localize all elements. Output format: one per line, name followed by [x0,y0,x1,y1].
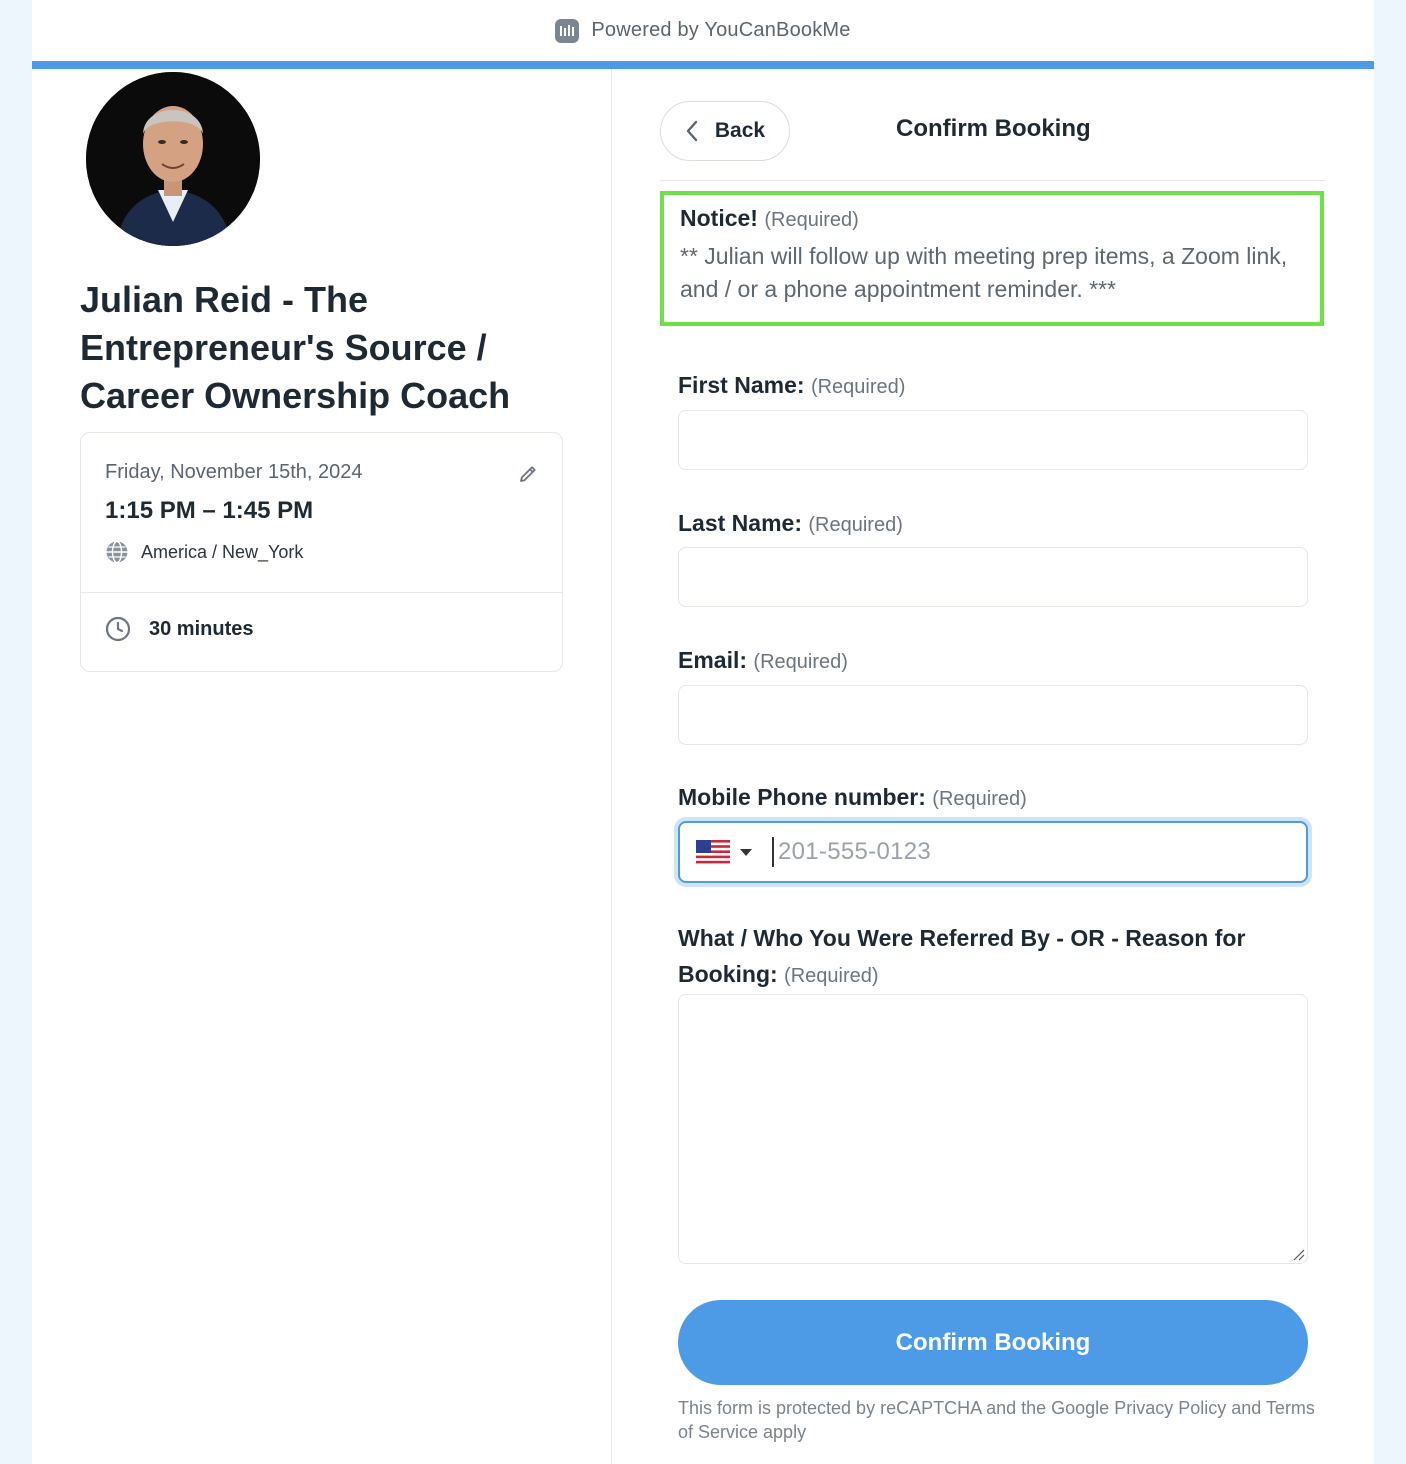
powered-by-text: Powered by YouCanBookMe [591,19,851,41]
globe-icon [106,540,128,564]
pencil-icon[interactable] [517,463,539,485]
booking-date: Friday, November 15th, 2024 [105,461,363,483]
phone-field[interactable]: 201-555-0123 [678,821,1308,883]
booking-time: 1:15 PM – 1:45 PM [105,497,314,524]
booking-summary-card: Friday, November 15th, 2024 1:15 PM – 1:… [80,432,563,672]
timezone[interactable]: America / New_York [105,540,303,564]
phone-label: Mobile Phone number: (Required) [678,784,1027,811]
notice-box: Notice! (Required) ** Julian will follow… [660,191,1324,326]
back-button[interactable]: Back [660,101,790,161]
email-field[interactable] [678,685,1308,745]
email-required: (Required) [753,651,848,673]
email-label-text: Email: [678,647,748,673]
referral-label-text: What / Who You Were Referred By - OR - R… [678,925,1246,987]
notice-title: Notice! [680,205,758,231]
column-divider [611,69,612,1464]
page-title: Julian Reid - The Entrepreneur's Source … [80,279,511,416]
first-name-label: First Name: (Required) [678,372,905,399]
text-cursor [772,837,774,867]
us-flag-icon [696,840,730,864]
powered-by-banner[interactable]: Powered by YouCanBookMe [32,0,1374,61]
country-selector[interactable] [680,840,772,864]
last-name-field[interactable] [678,547,1308,607]
clock-icon [105,616,131,642]
back-label: Back [714,119,766,142]
resize-grip-icon[interactable] [1291,1247,1305,1261]
duration-label: 30 minutes [149,617,254,640]
duration: 30 minutes [105,616,253,642]
last-name-required: (Required) [808,514,903,536]
booking-page: Powered by YouCanBookMe Julian Reid - Th… [32,0,1374,1464]
first-name-label-text: First Name: [678,372,805,398]
first-name-required: (Required) [810,376,906,398]
accent-bar [32,61,1374,69]
phone-input[interactable]: 201-555-0123 [778,838,931,866]
form-title: Confirm Booking [896,115,1091,142]
referral-textarea[interactable] [678,994,1308,1264]
recaptcha-notice: This form is protected by reCAPTCHA and … [678,1398,1315,1442]
email-label: Email: (Required) [678,647,848,674]
last-name-label-text: Last Name: [678,510,802,536]
avatar [86,72,260,246]
phone-required: (Required) [932,788,1027,810]
notice-body: ** Julian will follow up with meeting pr… [680,243,1288,302]
referral-label: What / Who You Were Referred By - OR - R… [678,920,1308,994]
confirm-booking-button[interactable]: Confirm Booking [678,1300,1308,1385]
header-divider [660,180,1326,181]
timezone-label: America / New_York [141,541,304,562]
youcanbookme-logo-icon [555,18,580,43]
caret-down-icon [740,848,752,856]
chevron-left-icon [686,120,698,142]
notice-heading: Notice! (Required) [680,205,1304,232]
first-name-field[interactable] [678,410,1308,470]
referral-required: (Required) [784,965,879,987]
notice-required: (Required) [764,209,859,231]
phone-label-text: Mobile Phone number: [678,784,926,810]
card-divider [81,592,562,593]
last-name-label: Last Name: (Required) [678,510,903,537]
